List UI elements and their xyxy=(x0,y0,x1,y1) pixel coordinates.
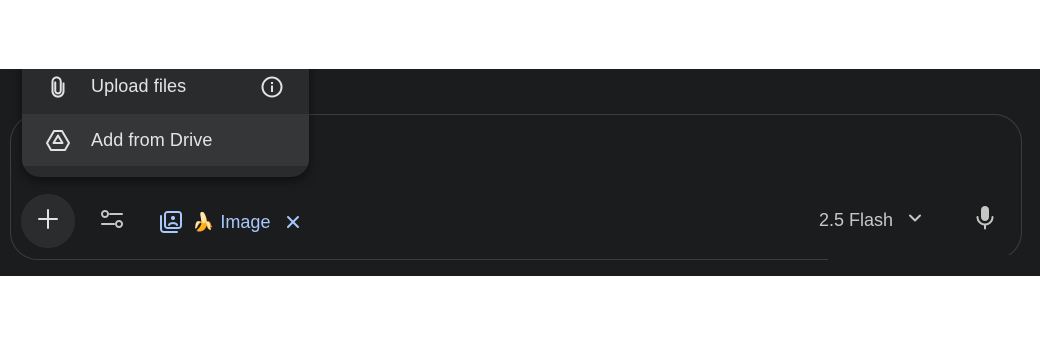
add-attachment-button[interactable] xyxy=(21,194,75,248)
composer-edge xyxy=(828,255,1028,263)
image-chip-label: Image xyxy=(220,211,271,232)
menu-item-label: Add from Drive xyxy=(91,129,213,150)
image-library-icon xyxy=(158,209,184,235)
menu-item-label: Upload files xyxy=(91,76,187,96)
plus-icon xyxy=(37,208,59,235)
paperclip-icon xyxy=(46,75,70,99)
menu-item-upload-files[interactable]: Upload files xyxy=(22,69,309,114)
model-label: 2.5 Flash xyxy=(819,209,894,230)
menu-item-add-from-drive[interactable]: Add from Drive xyxy=(22,114,309,166)
app-window: Upload files Add from Drive 🍌 Image 2.5 … xyxy=(0,69,1040,276)
model-selector[interactable]: 2.5 Flash xyxy=(812,205,923,235)
mic-icon xyxy=(975,205,995,236)
chevron-down-icon xyxy=(907,210,923,231)
tools-button[interactable] xyxy=(96,207,128,235)
info-icon[interactable] xyxy=(260,75,284,99)
tune-icon xyxy=(99,208,125,235)
drive-icon xyxy=(46,128,70,152)
banana-icon: 🍌 xyxy=(192,211,215,232)
microphone-button[interactable] xyxy=(968,203,1002,237)
attach-menu: Upload files Add from Drive xyxy=(22,69,309,177)
close-icon[interactable] xyxy=(284,213,302,231)
image-tool-chip[interactable]: 🍌 Image xyxy=(158,205,302,239)
